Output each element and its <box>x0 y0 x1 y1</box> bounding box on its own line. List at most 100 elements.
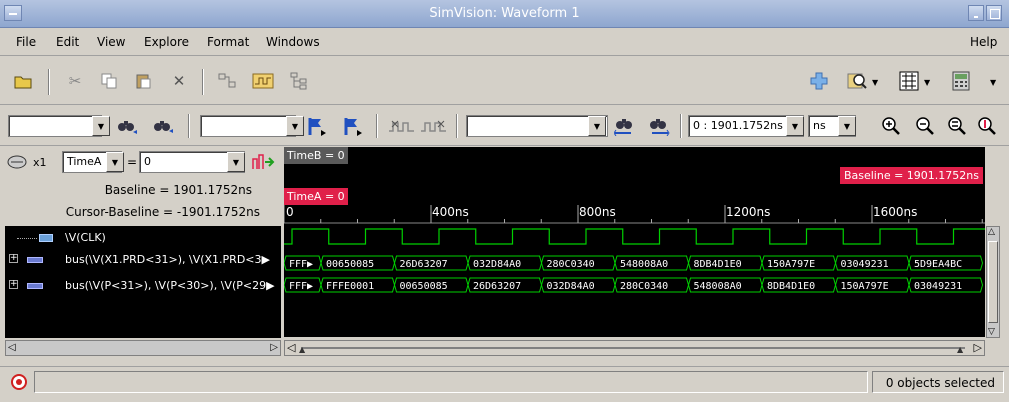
signal-row[interactable]: \V(CLK) <box>5 228 281 248</box>
chevron-down-icon[interactable]: ▼ <box>924 78 930 87</box>
menu-view[interactable]: View <box>97 35 125 49</box>
copy-icon[interactable] <box>98 70 120 92</box>
scroll-down-icon[interactable]: ▽ <box>988 327 995 337</box>
menu-file[interactable]: File <box>16 35 36 49</box>
maximize-button[interactable] <box>986 5 1002 21</box>
ruler-tick-label: 400ns <box>432 205 469 219</box>
scroll-right-icon[interactable]: ▷ <box>270 342 278 353</box>
bus-waveform-row1[interactable]: FFF▶ 00650085 26D63207 032D84A0 280C0340 5480… <box>284 255 984 271</box>
bus-value: 032D84A0 <box>473 259 521 270</box>
menu-bar: File Edit View Explore Format Windows He… <box>0 28 1009 56</box>
chevron-down-icon[interactable]: ▼ <box>838 116 856 136</box>
menu-explore[interactable]: Explore <box>144 35 189 49</box>
toolbar-separator <box>680 114 682 138</box>
bus-value: 150A797E <box>767 259 815 270</box>
scroll-left-icon[interactable]: ◁ <box>287 341 295 354</box>
clock-waveform[interactable] <box>284 228 985 245</box>
schematic-icon[interactable] <box>216 70 238 92</box>
waveform-horizontal-scrollbar[interactable]: ◁ ▲ ▲ ▷ <box>284 340 985 356</box>
menu-format[interactable]: Format <box>207 35 249 49</box>
bus-value: 03049231 <box>914 281 962 292</box>
chevron-down-icon[interactable]: ▼ <box>92 116 110 136</box>
scroll-left-icon[interactable]: ◁ <box>8 342 16 353</box>
title-bar: SimVision: Waveform 1 <box>0 0 1009 28</box>
bus-value: 548008A0 <box>620 259 668 270</box>
search-forward-icon[interactable] <box>152 115 174 137</box>
bus-value: 8DB4D1E0 <box>767 281 815 292</box>
timeA-marker-label[interactable]: TimeA = 0 <box>284 188 348 205</box>
bus-value: FFF▶ <box>289 281 313 292</box>
search-toolbar: ▼ ▼ ▼ 0 : 1901.1752ns ▼ ns ▼ <box>0 106 1009 146</box>
send-to-cursor-icon[interactable] <box>250 151 276 173</box>
zoom-in-icon[interactable] <box>880 115 902 137</box>
delete-icon[interactable]: ✕ <box>168 70 190 92</box>
menu-windows[interactable]: Windows <box>266 35 320 49</box>
scroll-up-icon[interactable]: △ <box>988 227 995 237</box>
hierarchy-icon[interactable] <box>288 70 310 92</box>
chevron-down-icon[interactable]: ▼ <box>786 116 804 136</box>
cursor-controls: x1 TimeA ▼ = 0 ▼ <box>0 147 284 177</box>
logic-signal-icon <box>39 234 53 242</box>
marker-search-field[interactable] <box>200 115 296 137</box>
scroll-thumb[interactable] <box>988 241 998 323</box>
find-next-edge-icon[interactable] <box>420 115 448 137</box>
open-folder-icon[interactable] <box>12 70 34 92</box>
previous-marker-icon[interactable] <box>306 115 328 137</box>
range-start-handle-icon[interactable]: ▲ <box>299 345 305 354</box>
bus-value: 26D63207 <box>400 259 448 270</box>
signal-name: \V(CLK) <box>65 231 106 244</box>
bus-value: 03049231 <box>841 259 889 270</box>
chevron-down-icon[interactable]: ▼ <box>872 78 878 87</box>
search-name-field[interactable] <box>8 115 102 137</box>
chevron-down-icon[interactable]: ▼ <box>588 116 606 136</box>
waveform-vertical-scrollbar[interactable]: △ ▽ <box>986 226 1000 338</box>
expand-icon[interactable]: + <box>9 254 18 263</box>
next-marker-icon[interactable] <box>342 115 364 137</box>
signal-names-panel: \V(CLK) + bus(\V(X1.PRD<31>), \V(X1.PRD<… <box>5 226 281 338</box>
bus-value: 150A797E <box>841 281 889 292</box>
status-message-field <box>34 371 868 393</box>
signal-row[interactable]: + bus(\V(X1.PRD<31>), \V(X1.PRD<3▶ <box>5 250 281 270</box>
zoom-full-icon[interactable] <box>946 115 968 137</box>
search-design-icon[interactable] <box>846 70 868 92</box>
paste-icon[interactable] <box>132 70 154 92</box>
waveform-area[interactable]: FFF▶ 00650085 26D63207 032D84A0 280C0340 5480… <box>284 147 985 337</box>
cut-icon[interactable]: ✂ <box>64 70 86 92</box>
toolbar-separator <box>202 69 204 95</box>
register-window-icon[interactable] <box>898 70 920 92</box>
window-title: SimVision: Waveform 1 <box>429 6 580 21</box>
expand-icon[interactable]: + <box>9 280 18 289</box>
bus-value: 26D63207 <box>473 281 521 292</box>
bus-waveform-row2[interactable]: FFF▶ FFFE0001 00650085 26D63207 032D84A0 280C… <box>284 277 984 293</box>
chevron-down-icon[interactable]: ▼ <box>286 116 304 136</box>
chevron-down-icon[interactable]: ▼ <box>106 152 124 172</box>
calculator-icon[interactable] <box>950 70 972 92</box>
cursor-zoom-icon[interactable] <box>6 151 32 173</box>
search-backward-icon[interactable] <box>116 115 138 137</box>
bus-value: FFF▶ <box>289 259 313 270</box>
add-icon[interactable] <box>808 70 830 92</box>
range-end-handle-icon[interactable]: ▲ <box>957 345 963 354</box>
stop-icon[interactable] <box>8 371 30 393</box>
find-previous-edge-icon[interactable] <box>388 115 416 137</box>
baseline-marker-label[interactable]: Baseline = 1901.1752ns <box>839 167 983 184</box>
zoom-factor-label: x1 <box>33 156 47 169</box>
waveform-window-icon[interactable] <box>252 70 274 92</box>
minimize-button[interactable] <box>968 5 984 21</box>
zoom-out-icon[interactable] <box>914 115 936 137</box>
signal-row[interactable]: + bus(\V(P<31>), \V(P<30>), \V(P<29▶ <box>5 276 281 296</box>
chevron-down-icon[interactable]: ▼ <box>227 152 245 172</box>
value-search-field[interactable] <box>466 115 608 137</box>
chevron-down-icon[interactable]: ▼ <box>990 78 996 87</box>
toolbar-separator <box>376 114 378 138</box>
scroll-right-icon[interactable]: ▷ <box>974 341 982 354</box>
names-horizontal-scrollbar[interactable]: ◁ ▷ <box>5 340 281 356</box>
scroll-thumb[interactable] <box>301 347 965 349</box>
search-value-backward-icon[interactable] <box>614 115 636 137</box>
menu-help[interactable]: Help <box>970 35 997 49</box>
timeB-marker-label[interactable]: TimeB = 0 <box>284 147 348 164</box>
zoom-cursor-icon[interactable] <box>976 115 998 137</box>
selection-status-field: 0 objects selected <box>872 371 1004 393</box>
search-value-forward-icon[interactable] <box>648 115 670 137</box>
menu-edit[interactable]: Edit <box>56 35 79 49</box>
